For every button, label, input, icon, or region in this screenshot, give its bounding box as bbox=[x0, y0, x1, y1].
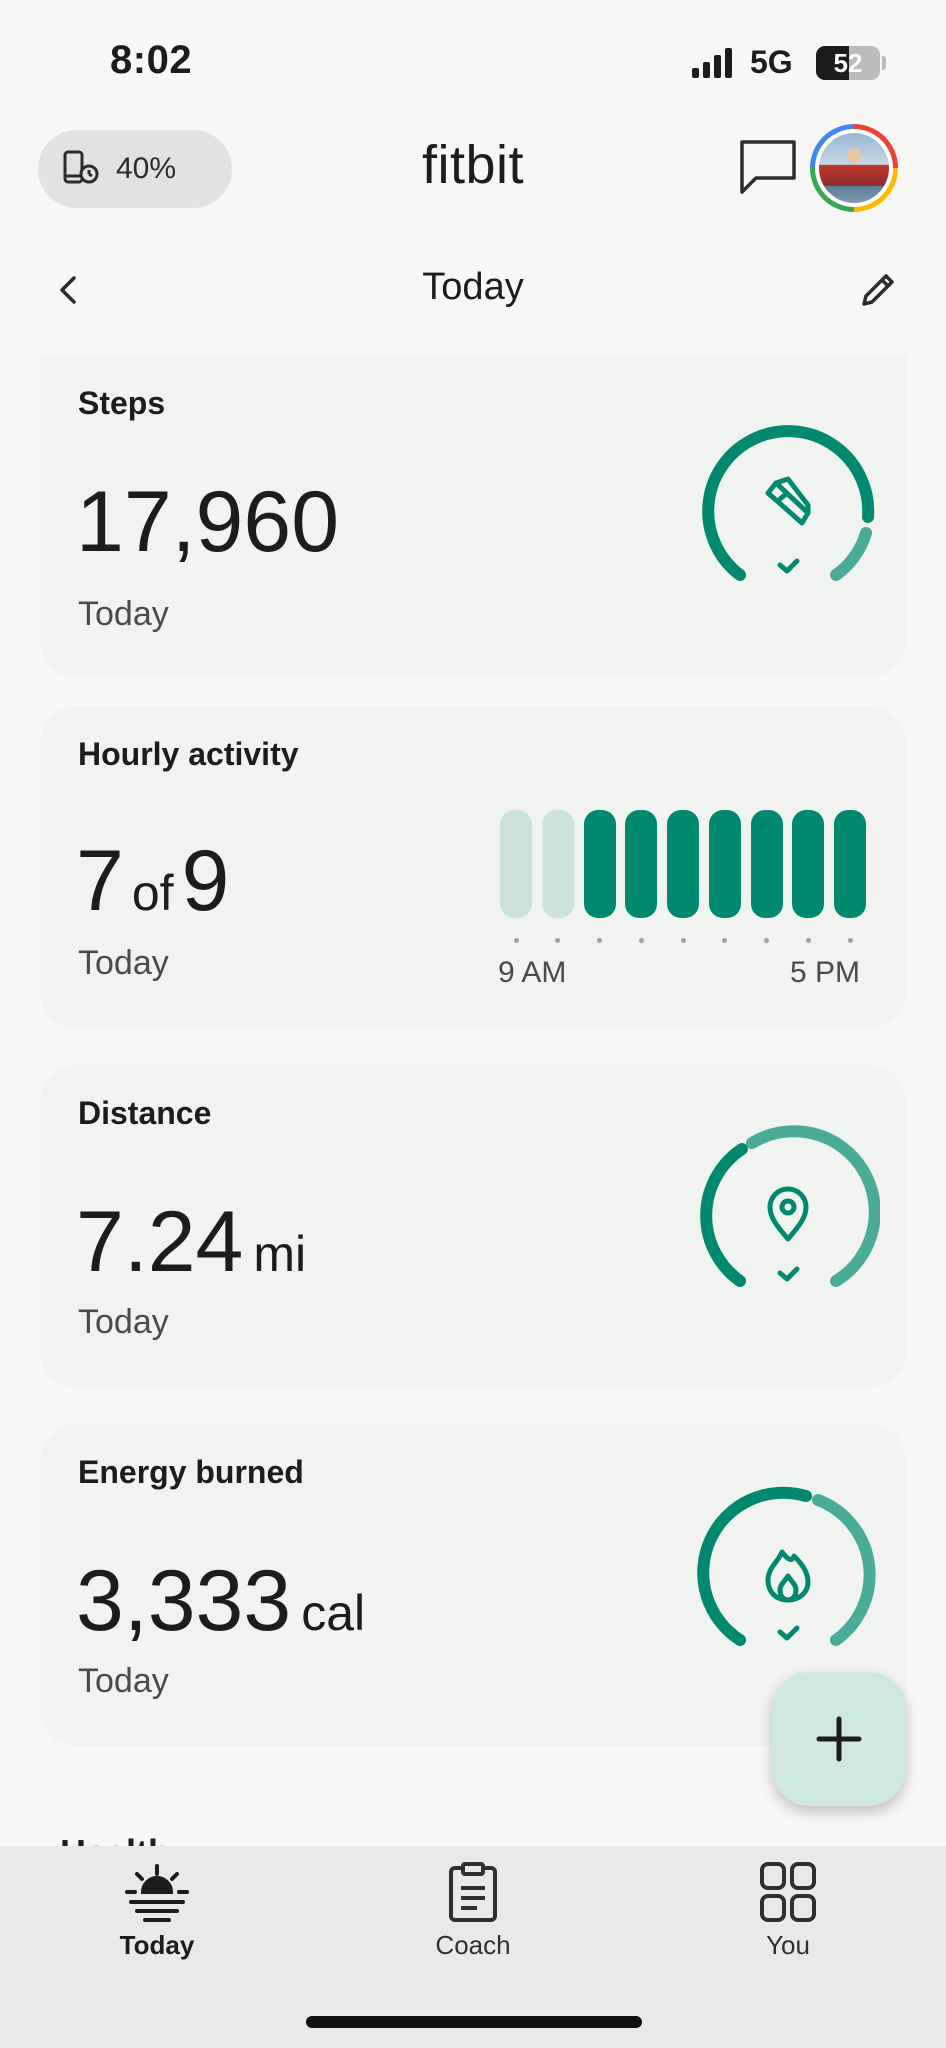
chat-icon[interactable] bbox=[736, 134, 800, 198]
clipboard-icon bbox=[449, 1862, 497, 1922]
card-title: Distance bbox=[78, 1095, 212, 1131]
distance-unit: mi bbox=[253, 1226, 307, 1282]
steps-card[interactable]: Steps 17,960 Today bbox=[40, 355, 906, 677]
hour-bar-met bbox=[708, 810, 741, 918]
nav-you[interactable]: You bbox=[688, 1846, 888, 1976]
hour-bar-met bbox=[834, 810, 866, 918]
bar-end-label: 5 PM bbox=[790, 956, 861, 989]
battery-tip bbox=[882, 56, 886, 70]
card-subtitle: Today bbox=[78, 595, 169, 633]
hour-bar-unmet bbox=[541, 810, 574, 918]
hour-tick bbox=[764, 938, 769, 943]
energy-number: 3,333 bbox=[76, 1553, 292, 1649]
app-title: fitbit bbox=[421, 135, 525, 195]
status-time: 8:02 bbox=[110, 38, 193, 82]
battery-level: 52 bbox=[833, 48, 863, 78]
hour-tick bbox=[555, 938, 561, 943]
flame-icon bbox=[765, 1549, 811, 1603]
add-button[interactable] bbox=[772, 1672, 906, 1806]
nav-today[interactable]: Today bbox=[57, 1846, 257, 1976]
hour-tick bbox=[805, 938, 811, 943]
plus-icon bbox=[816, 1716, 862, 1762]
page-title: Today bbox=[422, 266, 524, 308]
home-indicator[interactable] bbox=[306, 2016, 642, 2028]
nav-label: Today bbox=[119, 1930, 195, 1960]
battery-icon: 52 bbox=[816, 46, 880, 80]
hour-tick bbox=[722, 938, 728, 943]
card-title: Hourly activity bbox=[78, 736, 299, 772]
nav-label: You bbox=[766, 1930, 810, 1960]
card-subtitle: Today bbox=[78, 1662, 169, 1700]
card-subtitle: Today bbox=[78, 944, 169, 982]
nav-label: Coach bbox=[435, 1930, 511, 1960]
app-header: 40% fitbit bbox=[0, 120, 946, 220]
section-heading-peek: Health bbox=[60, 1832, 170, 1846]
card-subtitle: Today bbox=[78, 1303, 169, 1341]
energy-value: 3,333 cal bbox=[76, 1552, 365, 1651]
steps-progress-ring bbox=[702, 425, 875, 581]
hour-tick bbox=[680, 938, 686, 943]
network-type: 5G bbox=[750, 44, 793, 80]
distance-progress-ring bbox=[700, 1125, 880, 1287]
sunrise-icon bbox=[125, 1864, 189, 1922]
hourly-done: 7 bbox=[76, 833, 124, 929]
avatar[interactable] bbox=[810, 124, 898, 212]
check-icon bbox=[777, 1266, 800, 1282]
status-bar: 8:02 5G 52 bbox=[0, 0, 946, 120]
location-pin-icon bbox=[767, 1186, 809, 1242]
distance-value: 7.24 mi bbox=[76, 1193, 306, 1292]
hour-bar-unmet bbox=[500, 810, 532, 918]
hourly-ticks bbox=[500, 938, 866, 950]
nav-coach[interactable]: Coach bbox=[373, 1846, 573, 1976]
distance-number: 7.24 bbox=[76, 1194, 244, 1290]
bar-start-label: 9 AM bbox=[498, 956, 567, 989]
hour-bar-met bbox=[750, 810, 783, 918]
hour-tick bbox=[597, 938, 602, 943]
hour-bar-met bbox=[667, 810, 699, 918]
card-title: Energy burned bbox=[78, 1454, 304, 1490]
shoe-icon bbox=[765, 476, 811, 526]
energy-unit: cal bbox=[301, 1585, 366, 1641]
distance-card[interactable]: Distance 7.24 mi Today bbox=[40, 1065, 906, 1387]
pencil-icon[interactable] bbox=[856, 268, 900, 312]
hour-tick bbox=[638, 938, 644, 943]
cellular-signal-icon bbox=[692, 48, 732, 78]
energy-progress-ring bbox=[697, 1486, 876, 1646]
hour-tick bbox=[513, 938, 519, 943]
hour-bar-met bbox=[583, 810, 616, 918]
check-icon bbox=[777, 1625, 800, 1641]
hourly-bars bbox=[500, 810, 866, 922]
grid-icon bbox=[760, 1862, 816, 1922]
hourly-of: of bbox=[131, 865, 174, 921]
check-icon bbox=[777, 558, 800, 574]
date-navigation: Today bbox=[0, 250, 946, 330]
hour-bar-met bbox=[625, 810, 658, 918]
hourly-total: 9 bbox=[181, 833, 230, 929]
hour-tick bbox=[847, 938, 853, 943]
hourly-value: 7 of9 bbox=[76, 832, 229, 931]
card-title: Steps bbox=[78, 385, 166, 421]
steps-value: 17,960 bbox=[76, 474, 340, 570]
hourly-activity-card[interactable]: Hourly activity 7 of9 Today 9 AM 5 PM bbox=[40, 706, 906, 1028]
hour-bar-met bbox=[792, 810, 825, 918]
avatar-photo bbox=[819, 133, 889, 203]
